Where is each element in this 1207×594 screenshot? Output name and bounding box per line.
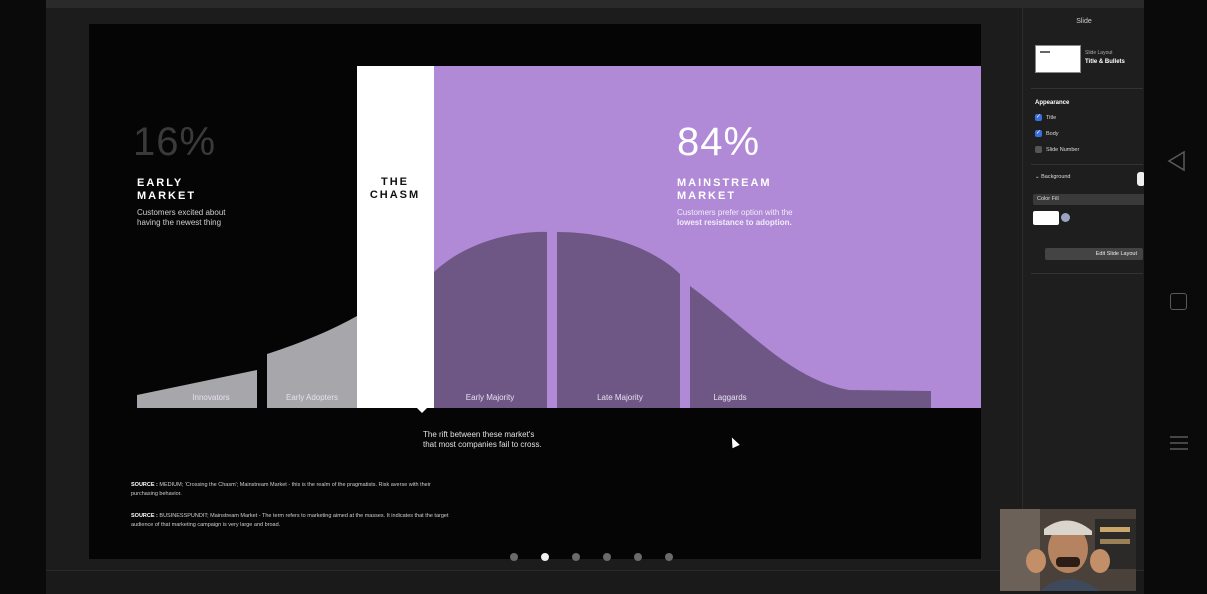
appearance-heading: Appearance xyxy=(1035,100,1070,106)
early-market-percent: 16% xyxy=(133,120,217,164)
early-sub-line-1: Customers excited about xyxy=(137,208,226,217)
inspector-panel: Slide Slide Layout Title & Bullets Appea… xyxy=(1022,8,1145,570)
chasm-heading-line-1: THE xyxy=(381,176,409,188)
divider xyxy=(1031,88,1143,89)
back-icon[interactable] xyxy=(1166,150,1186,172)
source-1-label: SOURCE : xyxy=(131,482,158,488)
pagination-dot[interactable] xyxy=(603,553,611,561)
innovators-segment xyxy=(137,370,257,408)
source-2-text: BUSINESSPUNDIT; Mainstream Market - The … xyxy=(157,513,449,519)
early-market-description: Customers excited about having the newes… xyxy=(137,208,267,228)
webcam-overlay xyxy=(1000,509,1136,591)
checkmark-icon: ✓ xyxy=(1035,130,1042,137)
source-2-label: SOURCE : xyxy=(131,513,158,519)
pagination-dot[interactable] xyxy=(634,553,642,561)
laggards-label: Laggards xyxy=(713,393,747,402)
menu-icon[interactable] xyxy=(1169,433,1189,453)
checkmark-icon: ✓ xyxy=(1035,114,1042,121)
source-2-line-1: SOURCE : BUSINESSPUNDIT; Mainstream Mark… xyxy=(131,512,601,521)
late-majority-label: Late Majority xyxy=(597,393,643,402)
innovators-label: Innovators xyxy=(192,393,230,402)
rift-line-2: that most companies fail to cross. xyxy=(423,440,542,449)
main-heading-line-1: MAINSTREAM xyxy=(677,177,772,189)
background-label: Background xyxy=(1041,174,1071,180)
slide-number-checkbox-label: Slide Number xyxy=(1046,146,1080,153)
slide-number-checkbox[interactable]: Slide Number xyxy=(1035,146,1079,153)
source-note-medium: SOURCE : MEDIUM; 'Crossing the Chasm'; M… xyxy=(131,481,601,499)
pagination-dot[interactable] xyxy=(510,553,518,561)
home-icon[interactable] xyxy=(1170,293,1187,310)
edit-slide-layout-button[interactable]: Edit Slide Layout xyxy=(1045,248,1143,260)
main-heading-line-2: MARKET xyxy=(677,190,737,202)
divider xyxy=(1031,273,1143,274)
source-1-line-2: purchasing behavior. xyxy=(131,491,182,497)
early-heading-line-2: MARKET xyxy=(137,190,197,202)
chasm-heading-line-2: CHASM xyxy=(369,189,421,201)
early-adopters-label: Early Adopters xyxy=(285,393,339,402)
mainstream-market-description: Customers prefer option with the lowest … xyxy=(677,208,847,228)
slide-layout-name[interactable]: Title & Bullets xyxy=(1085,59,1125,65)
pagination-dot[interactable] xyxy=(572,553,580,561)
adoption-curve xyxy=(137,231,931,408)
title-checkbox-label: Title xyxy=(1046,114,1057,121)
early-majority-label: Early Majority xyxy=(465,393,515,402)
pagination-dot[interactable] xyxy=(541,553,549,561)
unchecked-box-icon xyxy=(1035,146,1042,153)
body-checkbox-label: Body xyxy=(1046,130,1059,137)
slide-layout-caption: Slide Layout xyxy=(1085,50,1113,56)
background-section-header[interactable]: ⌄ Background xyxy=(1035,174,1071,180)
source-1-line-1: SOURCE : MEDIUM; 'Crossing the Chasm'; M… xyxy=(131,481,601,490)
title-checkbox[interactable]: ✓ Title xyxy=(1035,114,1056,121)
mainstream-market-percent: 84% xyxy=(677,120,761,164)
early-heading-line-1: EARLY xyxy=(137,177,184,189)
screen: 16% EARLY MARKET Customers excited about… xyxy=(0,0,1207,594)
chasm-heading: THE CHASM xyxy=(369,176,421,202)
source-note-businesspundit: SOURCE : BUSINESSPUNDIT; Mainstream Mark… xyxy=(131,512,601,530)
early-market-heading: EARLY MARKET xyxy=(137,177,196,203)
slide-canvas[interactable]: 16% EARLY MARKET Customers excited about… xyxy=(89,24,981,559)
slide-layout-thumbnail[interactable] xyxy=(1035,45,1081,73)
source-1-text: MEDIUM; 'Crossing the Chasm'; Mainstream… xyxy=(157,482,431,488)
main-sub-line-1: Customers prefer option with the xyxy=(677,208,793,217)
main-sub-line-2: lowest resistance to adoption. xyxy=(677,218,792,227)
chasm-pointer xyxy=(415,406,429,413)
inspector-title: Slide xyxy=(1076,18,1092,25)
body-checkbox[interactable]: ✓ Body xyxy=(1035,130,1059,137)
color-picker-icon[interactable] xyxy=(1061,213,1070,222)
bottom-status-strip xyxy=(46,570,1144,594)
fill-type-select[interactable]: Color Fill xyxy=(1033,194,1145,205)
layout-title-bar-icon xyxy=(1040,51,1050,53)
divider xyxy=(1031,164,1143,165)
early-majority-segment xyxy=(434,231,547,408)
rift-line-1: The rift between these market's xyxy=(423,430,535,439)
top-toolbar-strip xyxy=(46,0,1144,8)
late-majority-segment xyxy=(557,232,680,408)
rift-caption: The rift between these market's that mos… xyxy=(423,430,593,450)
pagination-dot[interactable] xyxy=(665,553,673,561)
early-sub-line-2: having the newest thing xyxy=(137,218,222,227)
mainstream-market-heading: MAINSTREAM MARKET xyxy=(677,177,772,203)
left-bar xyxy=(0,0,46,594)
laggards-segment xyxy=(690,286,931,408)
fill-color-swatch[interactable] xyxy=(1033,211,1059,225)
slide-pagination xyxy=(510,553,673,561)
webcam-video-image xyxy=(1000,509,1136,591)
source-2-line-2: audience of that marketing campaign is v… xyxy=(131,522,281,528)
